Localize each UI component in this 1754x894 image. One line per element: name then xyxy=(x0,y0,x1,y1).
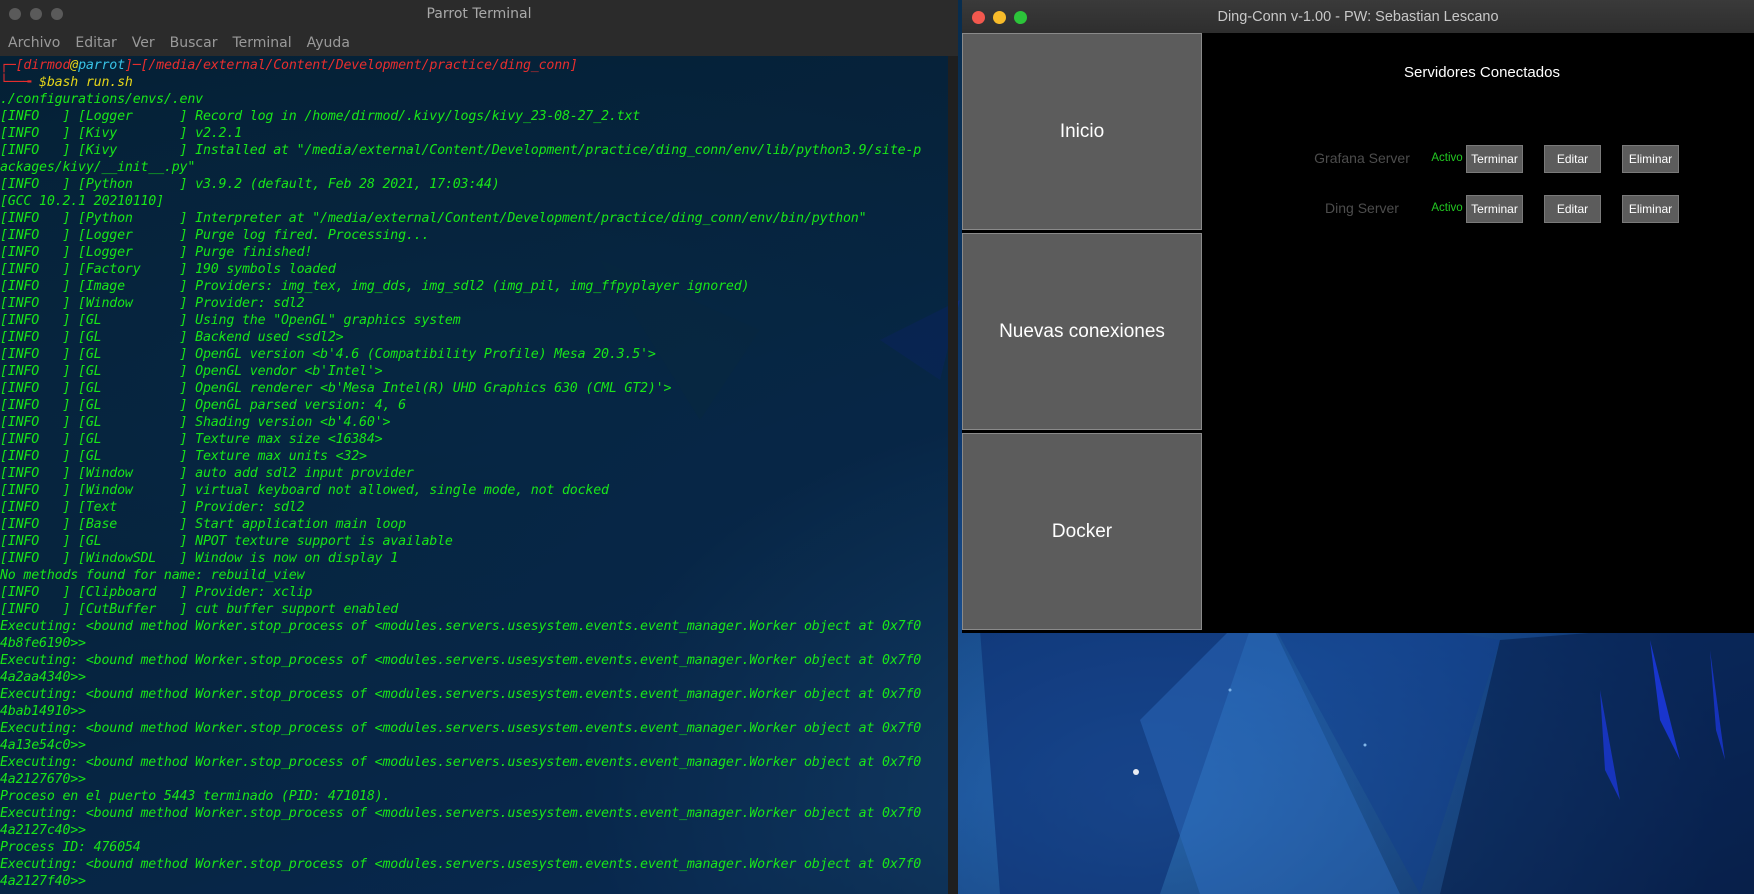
terminal-line: [INFO ] [Base ] Start application main l… xyxy=(0,517,406,532)
terminal-line: [INFO ] [Logger ] Purge finished! xyxy=(0,245,313,260)
edit-button[interactable]: Editar xyxy=(1544,145,1601,173)
prompt-command: $bash run.sh xyxy=(39,75,133,90)
delete-button[interactable]: Eliminar xyxy=(1622,145,1679,173)
terminal-line: [INFO ] [GL ] Texture max size <16384> xyxy=(0,432,383,447)
menu-terminal[interactable]: Terminal xyxy=(232,35,291,51)
inicio-button[interactable]: Inicio xyxy=(962,33,1202,230)
terminal-line: [INFO ] [Logger ] Record log in /home/di… xyxy=(0,109,641,124)
terminal-line: No methods found for name: rebuild_view xyxy=(0,568,305,583)
docker-button[interactable]: Docker xyxy=(962,433,1202,630)
terminal-line: Executing: <bound method Worker.stop_pro… xyxy=(0,806,922,821)
terminal-line: [INFO ] [GL ] OpenGL vendor <b'Intel'> xyxy=(0,364,383,379)
terminal-scrollbar[interactable] xyxy=(948,56,958,894)
nuevas-conexiones-button[interactable]: Nuevas conexiones xyxy=(962,233,1202,430)
terminal-line: 4a2127c40>> xyxy=(0,823,86,838)
terminal-line: [INFO ] [GL ] OpenGL version <b'4.6 (Com… xyxy=(0,347,656,362)
menu-ver[interactable]: Ver xyxy=(132,35,155,51)
terminal-line: [INFO ] [Factory ] 190 symbols loaded xyxy=(0,262,336,277)
terminal-line: [INFO ] [Image ] Providers: img_tex, img… xyxy=(0,279,750,294)
app-sidebar: Inicio Nuevas conexiones Docker xyxy=(962,33,1202,633)
terminal-line: 4b8fe6190>> xyxy=(0,636,86,651)
terminal-line: Executing: <bound method Worker.stop_pro… xyxy=(0,857,922,872)
terminal-line: Executing: <bound method Worker.stop_pro… xyxy=(0,653,922,668)
terminal-line: [INFO ] [GL ] NPOT texture support is av… xyxy=(0,534,453,549)
terminal-titlebar[interactable]: Parrot Terminal xyxy=(0,0,958,29)
delete-button[interactable]: Eliminar xyxy=(1622,195,1679,223)
servers-panel: Servidores Conectados Grafana Server Act… xyxy=(1202,33,1754,633)
terminal-window: Parrot Terminal Archivo Editar Ver Busca… xyxy=(0,0,958,894)
terminal-line: [INFO ] [Python ] Interpreter at "/media… xyxy=(0,211,867,226)
terminal-line: [INFO ] [Kivy ] Installed at "/media/ext… xyxy=(0,143,922,158)
terminal-line: Proceso en el puerto 5443 terminado (PID… xyxy=(0,789,391,804)
terminal-line: [INFO ] [Window ] Provider: sdl2 xyxy=(0,296,305,311)
terminal-line: Process ID: 476054 xyxy=(0,840,141,855)
menu-editar[interactable]: Editar xyxy=(75,35,116,51)
terminal-line: [INFO ] [Kivy ] v2.2.1 xyxy=(0,126,242,141)
terminal-line: [INFO ] [GL ] OpenGL renderer <b'Mesa In… xyxy=(0,381,672,396)
terminal-line: [INFO ] [WindowSDL ] Window is now on di… xyxy=(0,551,399,566)
prompt-line: ┌─[dirmod@parrot]─[/media/external/Conte… xyxy=(0,58,578,73)
terminal-line: [INFO ] [Python ] v3.9.2 (default, Feb 2… xyxy=(0,177,500,192)
command-line: └──╼ $bash run.sh xyxy=(0,75,133,90)
server-row: Ding Server Activo Terminar Editar Elimi… xyxy=(1202,193,1754,225)
terminal-line: ./configurations/envs/.env xyxy=(0,92,203,107)
terminal-line: [INFO ] [CutBuffer ] cut buffer support … xyxy=(0,602,399,617)
server-row: Grafana Server Activo Terminar Editar El… xyxy=(1202,143,1754,175)
terminal-line: [INFO ] [GL ] OpenGL parsed version: 4, … xyxy=(0,398,406,413)
terminal-line: ackages/kivy/__init__.py" xyxy=(0,160,196,175)
terminal-line: 4a2aa4340>> xyxy=(0,670,86,685)
terminal-line: Executing: <bound method Worker.stop_pro… xyxy=(0,619,922,634)
terminal-line: Executing: <bound method Worker.stop_pro… xyxy=(0,721,922,736)
terminal-line: [INFO ] [GL ] Backend used <sdl2> xyxy=(0,330,344,345)
terminal-line: 4a2127670>> xyxy=(0,772,86,787)
prompt-host: parrot xyxy=(78,58,125,73)
terminal-menubar: Archivo Editar Ver Buscar Terminal Ayuda xyxy=(0,29,958,56)
menu-archivo[interactable]: Archivo xyxy=(8,35,60,51)
app-title: Ding-Conn v-1.00 - PW: Sebastian Lescano xyxy=(1217,9,1499,25)
prompt-path: /media/external/Content/Development/prac… xyxy=(148,58,570,73)
terminal-line: [INFO ] [GL ] Shading version <b'4.60'> xyxy=(0,415,391,430)
terminal-line: [INFO ] [Window ] virtual keyboard not a… xyxy=(0,483,609,498)
terminal-line: Executing: <bound method Worker.stop_pro… xyxy=(0,687,922,702)
terminal-title: Parrot Terminal xyxy=(426,6,532,22)
terminal-line: [INFO ] [Window ] auto add sdl2 input pr… xyxy=(0,466,414,481)
servers-header: Servidores Conectados xyxy=(1404,64,1560,81)
terminal-line: [INFO ] [Logger ] Purge log fired. Proce… xyxy=(0,228,430,243)
menu-buscar[interactable]: Buscar xyxy=(170,35,218,51)
terminate-button[interactable]: Terminar xyxy=(1466,145,1523,173)
terminal-line: [INFO ] [Text ] Provider: sdl2 xyxy=(0,500,305,515)
prompt-user: dirmod xyxy=(23,58,71,73)
edit-button[interactable]: Editar xyxy=(1544,195,1601,223)
app-window: Ding-Conn v-1.00 - PW: Sebastian Lescano… xyxy=(962,0,1754,633)
terminal-line: Executing: <bound method Worker.stop_pro… xyxy=(0,755,922,770)
terminal-line: 4bab14910>> xyxy=(0,704,86,719)
terminate-button[interactable]: Terminar xyxy=(1466,195,1523,223)
terminal-output[interactable]: ┌─[dirmod@parrot]─[/media/external/Conte… xyxy=(0,56,948,894)
menu-ayuda[interactable]: Ayuda xyxy=(307,35,350,51)
terminal-line: 4a13e54c0>> xyxy=(0,738,86,753)
terminal-line: 4a2127f40>> xyxy=(0,874,86,889)
terminal-line: [INFO ] [GL ] Texture max units <32> xyxy=(0,449,367,464)
prompt-at: @ xyxy=(70,58,79,73)
app-titlebar[interactable]: Ding-Conn v-1.00 - PW: Sebastian Lescano xyxy=(962,0,1754,33)
terminal-line: [INFO ] [Clipboard ] Provider: xclip xyxy=(0,585,313,600)
terminal-line: [GCC 10.2.1 20210110] xyxy=(0,194,164,209)
terminal-line: [INFO ] [GL ] Using the "OpenGL" graphic… xyxy=(0,313,461,328)
